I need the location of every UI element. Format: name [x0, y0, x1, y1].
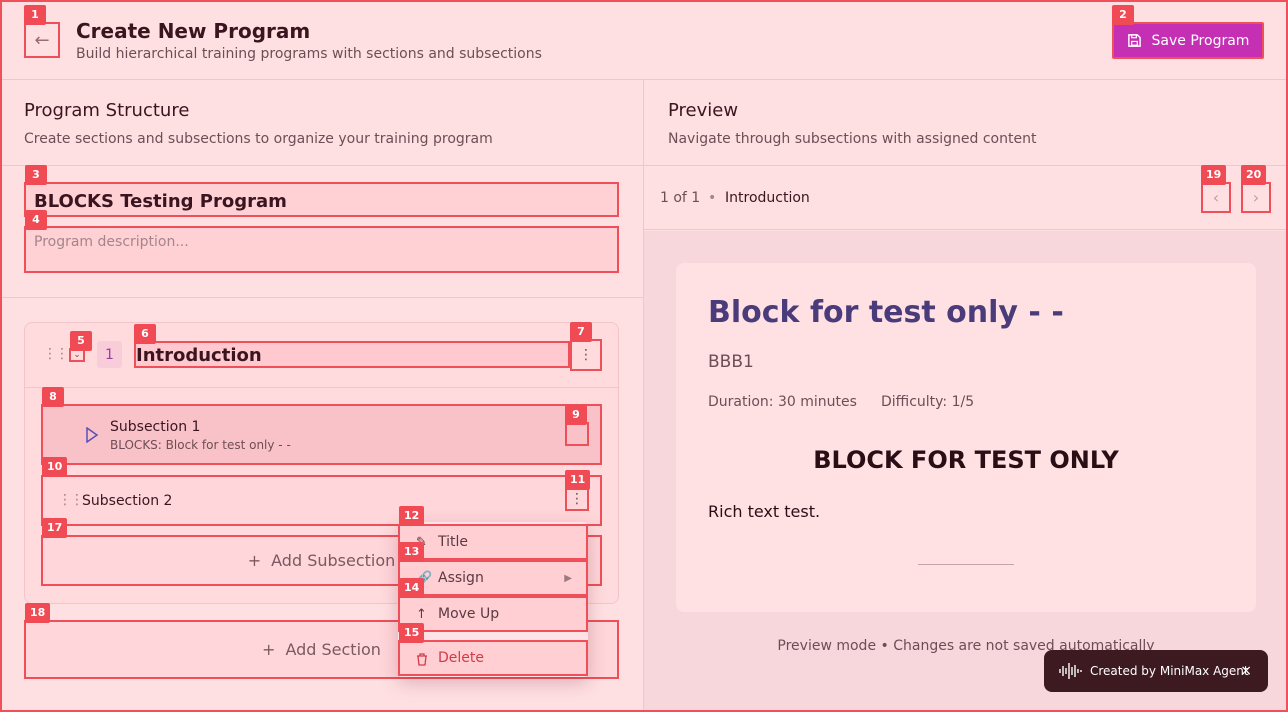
page-subtitle: Build hierarchical training programs wit… — [76, 46, 542, 62]
annotation-badge: 11 — [565, 470, 591, 490]
preview-title: Preview — [668, 100, 739, 121]
menu-item-move-up[interactable]: ↑ Move Up — [398, 596, 588, 632]
menu-item-label: Assign — [438, 570, 484, 586]
annotation-badge: 17 — [42, 518, 68, 538]
breadcrumb-separator: • — [708, 190, 717, 206]
chevron-right-icon: ▶ — [564, 572, 572, 584]
structure-title: Program Structure — [24, 100, 190, 121]
subsection-detail: BLOCKS: Block for test only - - — [110, 438, 291, 452]
preview-position: 1 of 1 — [660, 190, 701, 206]
annotation-badge: 9 — [565, 405, 587, 425]
save-program-button[interactable]: Save Program — [1112, 22, 1264, 59]
annotation-badge: 1 — [24, 5, 46, 25]
block-code: BBB1 — [708, 352, 754, 372]
plus-icon: + — [262, 640, 276, 659]
annotation-badge: 5 — [70, 331, 92, 351]
annotation-badge: 15 — [399, 623, 425, 643]
minimax-toast: Created by MiniMax Agent × — [1044, 650, 1268, 692]
more-vertical-icon: ⋮ — [570, 491, 584, 507]
program-title-input[interactable]: BLOCKS Testing Program — [24, 182, 619, 217]
more-vertical-icon: ⋮ — [579, 347, 593, 363]
subsection-title: Subsection 1 — [110, 419, 201, 435]
prev-button[interactable]: ‹ — [1201, 182, 1231, 213]
add-subsection-label: Add Subsection — [271, 551, 396, 570]
structure-subtitle: Create sections and subsections to organ… — [24, 131, 493, 147]
arrow-up-icon: ↑ — [416, 606, 427, 622]
annotation-badge: 10 — [42, 457, 68, 477]
structure-header-divider — [0, 165, 643, 166]
annotation-badge: 19 — [1201, 165, 1227, 185]
block-duration: Duration: 30 minutes — [708, 394, 857, 410]
chevron-left-icon: ‹ — [1212, 188, 1220, 207]
block-difficulty: Difficulty: 1/5 — [881, 394, 975, 410]
menu-item-assign[interactable]: 🔗 Assign ▶ — [398, 560, 588, 596]
page-header: ← Create New Program Build hierarchical … — [0, 0, 1288, 80]
play-icon — [86, 427, 99, 443]
preview-nav-bar: 1 of 1 • Introduction — [644, 166, 1288, 230]
drag-handle-icon[interactable]: ⋮⋮ — [43, 346, 69, 362]
toast-label: Created by MiniMax Agent — [1090, 664, 1249, 678]
context-menu: ✎ Title 🔗 Assign ▶ ↑ Move Up Delete — [398, 522, 588, 677]
arrow-left-icon: ← — [34, 29, 50, 51]
content-text: Rich text test. — [708, 502, 821, 521]
save-program-label: Save Program — [1151, 32, 1250, 49]
program-description-input[interactable]: Program description... — [24, 226, 619, 273]
content-divider — [918, 564, 1014, 565]
add-section-label: Add Section — [285, 640, 381, 659]
floppy-disk-icon — [1127, 34, 1141, 47]
menu-item-title[interactable]: ✎ Title — [398, 524, 588, 560]
program-info-divider — [0, 297, 643, 298]
annotation-badge: 14 — [399, 578, 425, 598]
menu-item-delete[interactable]: Delete — [398, 640, 588, 676]
subsection-more-button[interactable]: ⋮ — [565, 487, 589, 511]
section-number: 1 — [97, 341, 122, 368]
subsection-title: Subsection 2 — [82, 493, 173, 509]
section-header-divider — [25, 387, 618, 388]
page-title: Create New Program — [76, 19, 311, 43]
next-button[interactable]: › — [1241, 182, 1271, 213]
preview-subtitle: Navigate through subsections with assign… — [668, 131, 1037, 147]
annotation-badge: 18 — [25, 603, 51, 623]
annotation-badge: 3 — [25, 165, 47, 185]
block-title: Block for test only - - — [708, 295, 1064, 330]
drag-handle-icon[interactable]: ⋮⋮ — [58, 492, 84, 508]
back-button[interactable]: ← — [24, 22, 60, 58]
annotation-badge: 13 — [399, 542, 425, 562]
annotation-badge: 12 — [399, 506, 425, 526]
menu-item-label: Title — [438, 534, 469, 550]
menu-item-label: Move Up — [438, 606, 500, 622]
menu-item-label: Delete — [438, 650, 484, 666]
annotation-badge: 6 — [134, 324, 156, 344]
chevron-down-icon: ⌄ — [73, 350, 81, 360]
subsection-row[interactable]: Subsection 1 BLOCKS: Block for test only… — [41, 404, 602, 465]
annotation-badge: 20 — [1241, 165, 1267, 185]
close-icon[interactable]: × — [1240, 663, 1252, 679]
section-more-button[interactable]: ⋮ — [570, 339, 602, 371]
plus-icon: + — [247, 551, 262, 570]
annotation-badge: 4 — [25, 210, 47, 230]
subsection-more-button[interactable] — [565, 422, 589, 446]
annotation-badge: 7 — [570, 322, 592, 342]
subsection-row[interactable]: ⋮⋮ Subsection 2 — [41, 475, 602, 526]
section-title-input[interactable]: Introduction — [134, 341, 570, 368]
content-heading: BLOCK FOR TEST ONLY — [813, 446, 1119, 474]
chevron-right-icon: › — [1252, 188, 1260, 207]
waveform-icon — [1059, 663, 1082, 679]
trash-icon — [417, 653, 427, 666]
annotation-badge: 2 — [1112, 5, 1134, 25]
preview-current: Introduction — [725, 190, 810, 206]
annotation-badge: 8 — [42, 387, 64, 407]
